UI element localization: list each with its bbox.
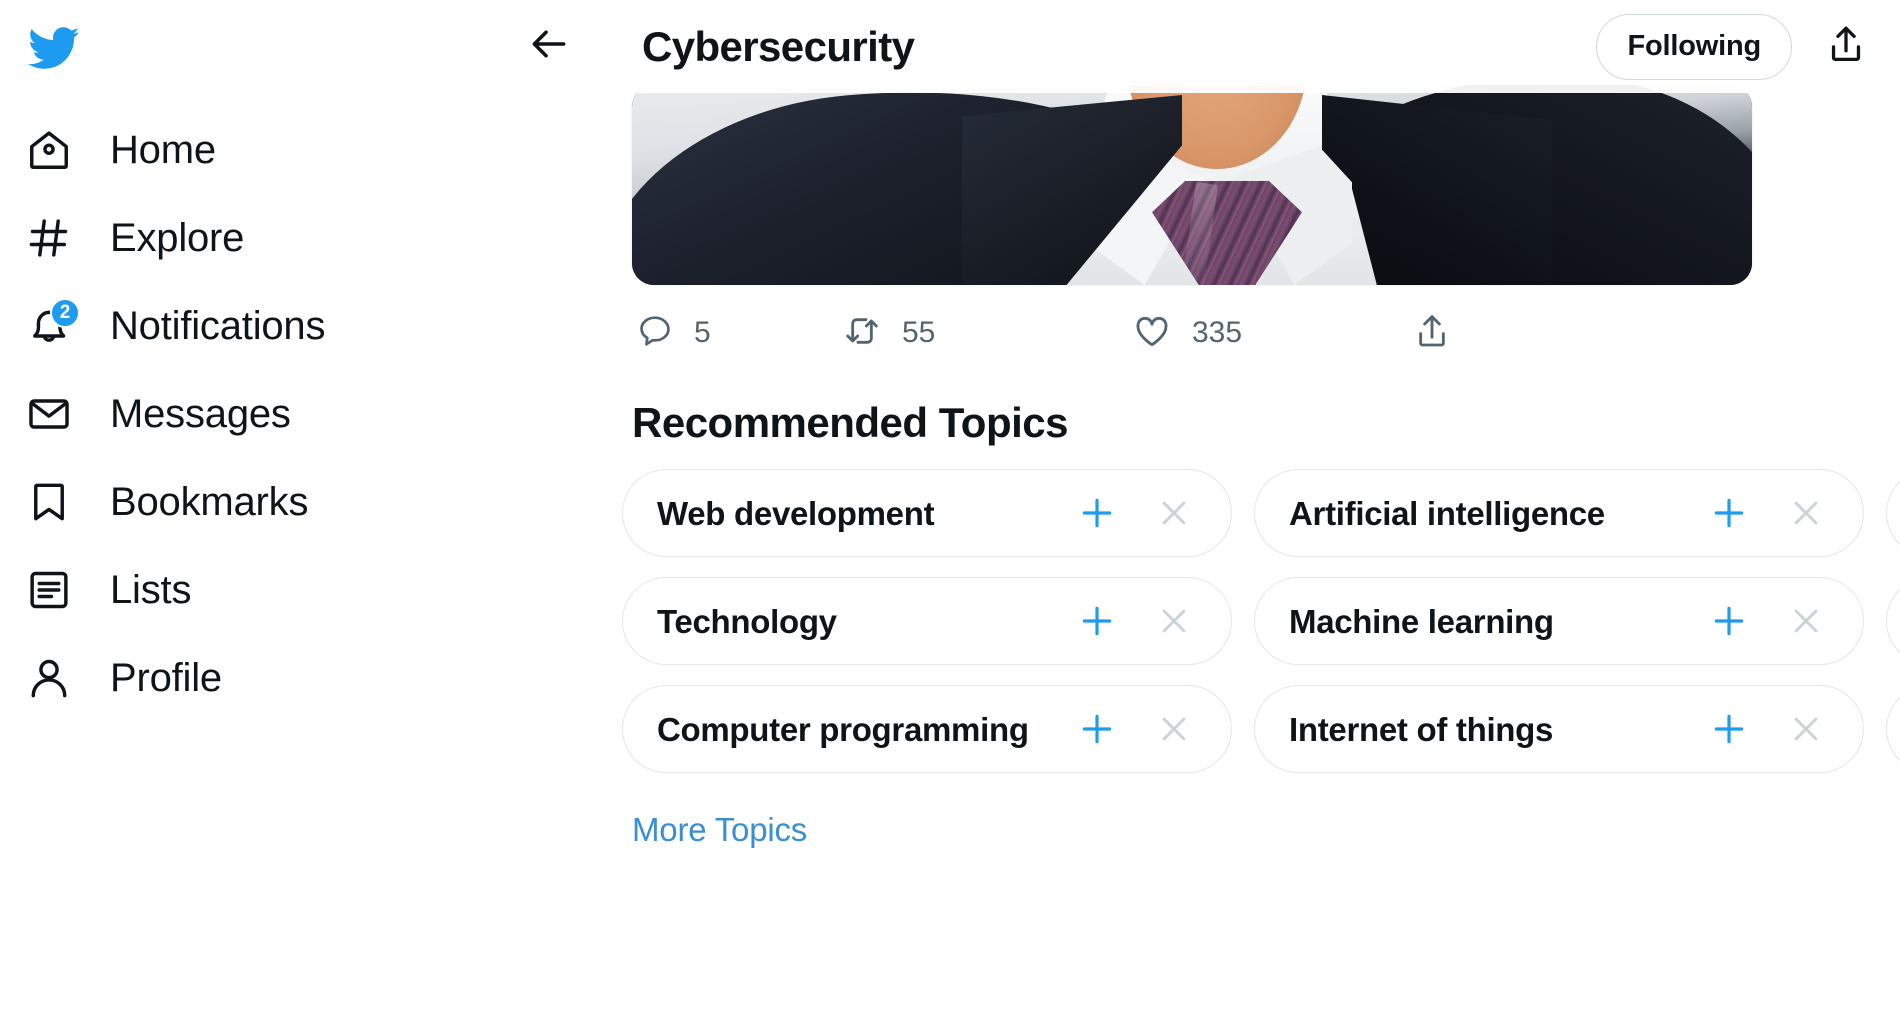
like-action[interactable]: 335 (1132, 311, 1412, 356)
sidebar-item-label: Notifications (110, 304, 326, 348)
close-x-icon[interactable] (1785, 708, 1827, 750)
main-content: Cybersecurity Following 5 55 335 Recomme… (500, 0, 1900, 1012)
topic-chip-actions (1683, 599, 1827, 643)
close-x-icon[interactable] (1153, 600, 1195, 642)
topic-chip-actions (1051, 707, 1195, 751)
reply-action[interactable]: 5 (636, 312, 842, 355)
like-count: 335 (1192, 316, 1243, 349)
topic-chip-actions (1051, 599, 1195, 643)
close-x-icon[interactable] (1785, 600, 1827, 642)
sidebar-item-label: Home (110, 128, 216, 172)
topic-chip-actions (1683, 491, 1827, 535)
following-button[interactable]: Following (1596, 13, 1792, 80)
person-icon (24, 653, 74, 703)
retweet-count: 55 (902, 316, 936, 349)
share-button[interactable] (1818, 19, 1874, 75)
plus-icon[interactable] (1707, 599, 1751, 643)
topic-header: Cybersecurity Following (500, 0, 1900, 93)
tweet-share-action[interactable] (1412, 311, 1482, 356)
retweet-icon (842, 311, 882, 356)
sidebar-item-home[interactable]: Home (18, 106, 500, 194)
back-button[interactable] (520, 18, 578, 76)
plus-icon[interactable] (1075, 707, 1119, 751)
hashtag-icon (24, 213, 74, 263)
topic-chip[interactable]: Artificial intelligence (1254, 469, 1864, 557)
arrow-left-icon (527, 22, 571, 71)
header-actions: Following (1596, 13, 1874, 80)
notifications-badge: 2 (50, 298, 80, 328)
heart-icon (1132, 311, 1172, 356)
tweet-actions: 5 55 335 (500, 285, 1900, 381)
twitter-logo[interactable] (22, 14, 90, 82)
topic-chip-actions (1683, 707, 1827, 751)
topic-label: Technology (657, 602, 837, 640)
share-up-icon (1412, 311, 1452, 356)
topic-chip[interactable]: Open source (1886, 469, 1900, 557)
topic-chip[interactable]: Computer programming (622, 685, 1232, 773)
more-topics-link[interactable]: More Topics (500, 811, 807, 849)
topic-chip[interactable]: Technology (622, 577, 1232, 665)
comment-icon (636, 312, 674, 355)
close-x-icon[interactable] (1153, 708, 1195, 750)
bell-icon: 2 (24, 298, 80, 351)
plus-icon[interactable] (1075, 599, 1119, 643)
plus-icon[interactable] (1075, 491, 1119, 535)
plus-icon[interactable] (1707, 707, 1751, 751)
twitter-topic-page: Home Explore 2 Notifications Messages Bo… (0, 0, 1900, 1012)
close-x-icon[interactable] (1153, 492, 1195, 534)
plus-icon[interactable] (1707, 491, 1751, 535)
retweet-action[interactable]: 55 (842, 311, 1132, 356)
sidebar-item-label: Bookmarks (110, 480, 309, 524)
sidebar-item-lists[interactable]: Lists (18, 546, 500, 634)
sidebar-item-label: Explore (110, 216, 245, 260)
topic-label: Artificial intelligence (1289, 494, 1605, 532)
topic-label: Machine learning (1289, 602, 1554, 640)
recommended-topics-grid: Web development Artificial intelligence (500, 469, 1900, 773)
tweet-photo[interactable] (632, 85, 1752, 285)
topic-chip-actions (1051, 491, 1195, 535)
sidebar-item-label: Profile (110, 656, 222, 700)
sidebar-item-messages[interactable]: Messages (18, 370, 500, 458)
sidebar-item-label: Lists (110, 568, 192, 612)
tweet-media-block (500, 85, 1900, 285)
bookmark-icon (24, 477, 74, 527)
topic-chip[interactable]: Machine learning (1254, 577, 1864, 665)
home-icon (24, 125, 74, 175)
share-up-icon (1824, 22, 1868, 71)
sidebar-item-bookmarks[interactable]: Bookmarks (18, 458, 500, 546)
topic-label: Web development (657, 494, 935, 532)
sidebar-item-notifications[interactable]: 2 Notifications (18, 282, 500, 370)
list-icon (24, 565, 74, 615)
topic-label: Computer programming (657, 710, 1029, 748)
sidebar-item-label: Messages (110, 392, 291, 436)
topic-label: Internet of things (1289, 710, 1554, 748)
page-title: Cybersecurity (642, 22, 915, 70)
sidebar-item-profile[interactable]: Profile (18, 634, 500, 722)
topic-chip[interactable]: Internet of things (1254, 685, 1864, 773)
recommended-topics-heading: Recommended Topics (632, 399, 1068, 446)
sidebar-item-explore[interactable]: Explore (18, 194, 500, 282)
close-x-icon[interactable] (1785, 492, 1827, 534)
topic-chip[interactable]: Web development (622, 469, 1232, 557)
envelope-icon (24, 389, 74, 439)
topic-chip[interactable]: Data science (1886, 685, 1900, 773)
primary-sidebar: Home Explore 2 Notifications Messages Bo… (0, 0, 500, 1012)
reply-count: 5 (694, 316, 711, 349)
topic-chip[interactable]: Cloud computing (1886, 577, 1900, 665)
